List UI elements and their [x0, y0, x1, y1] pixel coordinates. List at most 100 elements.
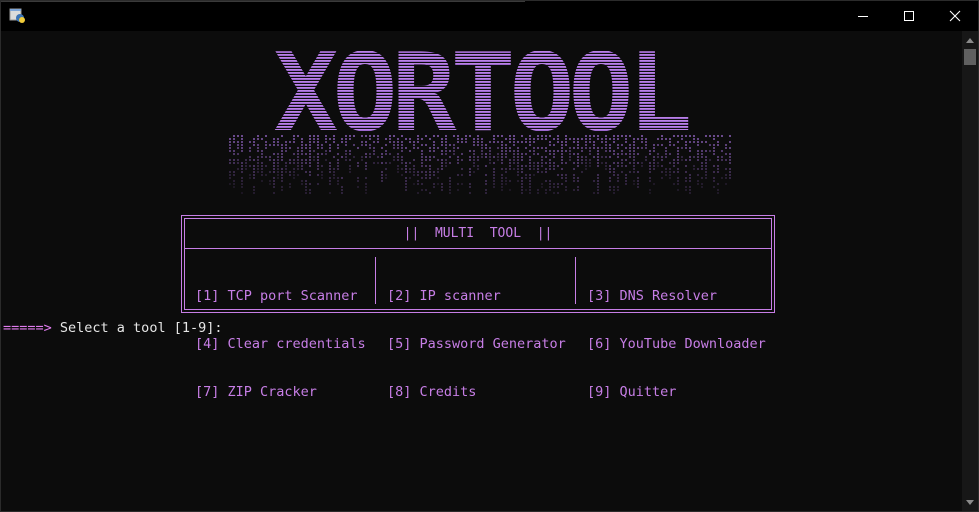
- vertical-scrollbar[interactable]: [962, 31, 978, 511]
- banner-drip-dot: [609, 189, 611, 191]
- banner-drip-dot: [681, 159, 683, 161]
- console-output[interactable]: XORTOOL || MULTI TOOL || [1] TCP port Sc…: [1, 31, 962, 511]
- minimize-button[interactable]: [840, 1, 886, 31]
- banner-drip-dot: [469, 186, 471, 188]
- banner-drip-dot: [265, 147, 267, 149]
- banner-drip-dot: [413, 159, 415, 161]
- banner-drip-dot: [249, 174, 251, 176]
- banner-drip-dot: [321, 177, 323, 179]
- banner-drip-dot: [633, 168, 635, 170]
- banner-drip-dot: [725, 183, 727, 185]
- banner-drip-dot: [393, 159, 395, 161]
- scroll-thumb[interactable]: [964, 49, 976, 65]
- banner-drip-dot: [405, 186, 407, 188]
- banner-drip-dot: [493, 174, 495, 176]
- input-caret[interactable]: [222, 330, 230, 332]
- title-bar[interactable]: [1, 1, 978, 31]
- banner-drip-dot: [729, 147, 731, 149]
- banner-drip-dot: [425, 177, 427, 179]
- banner-drip-dot: [689, 189, 691, 191]
- banner-drip-dot: [365, 177, 367, 179]
- banner-drip-dot: [701, 177, 703, 179]
- banner-drip-dot: [469, 168, 471, 170]
- banner-drip-dot: [277, 165, 279, 167]
- banner-drip-dot: [605, 165, 607, 167]
- banner-drip-dot: [529, 174, 531, 176]
- banner-drip-dot: [701, 156, 703, 158]
- python-console-icon[interactable]: [9, 7, 26, 24]
- banner-drip-dot: [349, 159, 351, 161]
- banner-drip-dot: [233, 159, 235, 161]
- banner-drip-dot: [661, 156, 663, 158]
- banner-drip-dot: [617, 189, 619, 191]
- banner-drip-dot: [505, 171, 507, 173]
- banner-drip-dot: [421, 156, 423, 158]
- banner-drip-dot: [425, 165, 427, 167]
- banner-drip-dot: [617, 177, 619, 179]
- banner-drip-dot: [589, 162, 591, 164]
- banner-drip-dot: [433, 174, 435, 176]
- banner-drip-dot: [317, 159, 319, 161]
- banner-drip-dot: [501, 174, 503, 176]
- banner-drip-dot: [333, 171, 335, 173]
- banner-drip-dot: [297, 159, 299, 161]
- banner-drip-dot: [689, 186, 691, 188]
- banner-drip-dot: [477, 156, 479, 158]
- banner-drip-dot: [233, 150, 235, 152]
- banner-drip-dot: [373, 162, 375, 164]
- banner-drip-dot: [693, 135, 695, 137]
- tool-selection-prompt[interactable]: =====> Select a tool [1-9]:: [3, 320, 230, 336]
- banner-drip-dot: [521, 186, 523, 188]
- banner-drip-dot: [617, 162, 619, 164]
- banner-drip-dot: [625, 177, 627, 179]
- banner-drip-dot: [529, 156, 531, 158]
- banner-drip-dot: [705, 135, 707, 137]
- banner-drip-dot: [661, 159, 663, 161]
- banner-drip-dot: [633, 183, 635, 185]
- banner-drip-dot: [689, 180, 691, 182]
- banner-drip-dot: [593, 180, 595, 182]
- banner-drip-dot: [273, 180, 275, 182]
- banner-drip-dot: [401, 168, 403, 170]
- banner-drip-dot: [449, 186, 451, 188]
- banner-drip-dot: [589, 165, 591, 167]
- banner-drip-dot: [709, 135, 711, 137]
- maximize-button[interactable]: [886, 1, 932, 31]
- scroll-up-arrow-icon[interactable]: [966, 38, 974, 43]
- banner-drip-dot: [309, 165, 311, 167]
- banner-drip-dot: [477, 159, 479, 161]
- banner-drip-dot: [609, 186, 611, 188]
- banner-drip-dot: [537, 168, 539, 170]
- scroll-down-arrow-icon[interactable]: [966, 500, 974, 505]
- banner-drip-dot: [585, 165, 587, 167]
- banner-drip-dot: [245, 159, 247, 161]
- banner-drip-dot: [501, 159, 503, 161]
- banner-drip-dot: [729, 174, 731, 176]
- banner-drip-dot: [505, 180, 507, 182]
- banner-drip-dot: [689, 141, 691, 143]
- banner-drip-dot: [437, 168, 439, 170]
- banner-drip-dot: [613, 168, 615, 170]
- menu-option-youtube-downloader: [6] YouTube Downloader: [587, 336, 766, 352]
- banner-drip-dot: [637, 171, 639, 173]
- banner-drip-dot: [553, 162, 555, 164]
- banner-drip-dot: [729, 168, 731, 170]
- menu-option-password-generator: [5] Password Generator: [387, 336, 566, 352]
- banner-drip-dot: [677, 180, 679, 182]
- banner-drip-dot: [565, 189, 567, 191]
- banner-drip-dot: [417, 183, 419, 185]
- banner-drip-dot: [329, 192, 331, 194]
- banner-drip-dot: [409, 168, 411, 170]
- banner-drip-dot: [237, 159, 239, 161]
- banner-drip-dot: [489, 156, 491, 158]
- close-button[interactable]: [932, 1, 978, 31]
- menu-inner-frame: || MULTI TOOL || [1] TCP port Scanner [4…: [184, 218, 772, 400]
- banner-drip-dot: [529, 183, 531, 185]
- banner-drip-dot: [701, 153, 703, 155]
- banner-drip-dot: [561, 168, 563, 170]
- banner-drip-dot: [449, 192, 451, 194]
- banner-drip-dot: [237, 135, 239, 137]
- banner-drip-dot: [685, 171, 687, 173]
- banner-drip-dot: [249, 141, 251, 143]
- banner-drip-dot: [517, 159, 519, 161]
